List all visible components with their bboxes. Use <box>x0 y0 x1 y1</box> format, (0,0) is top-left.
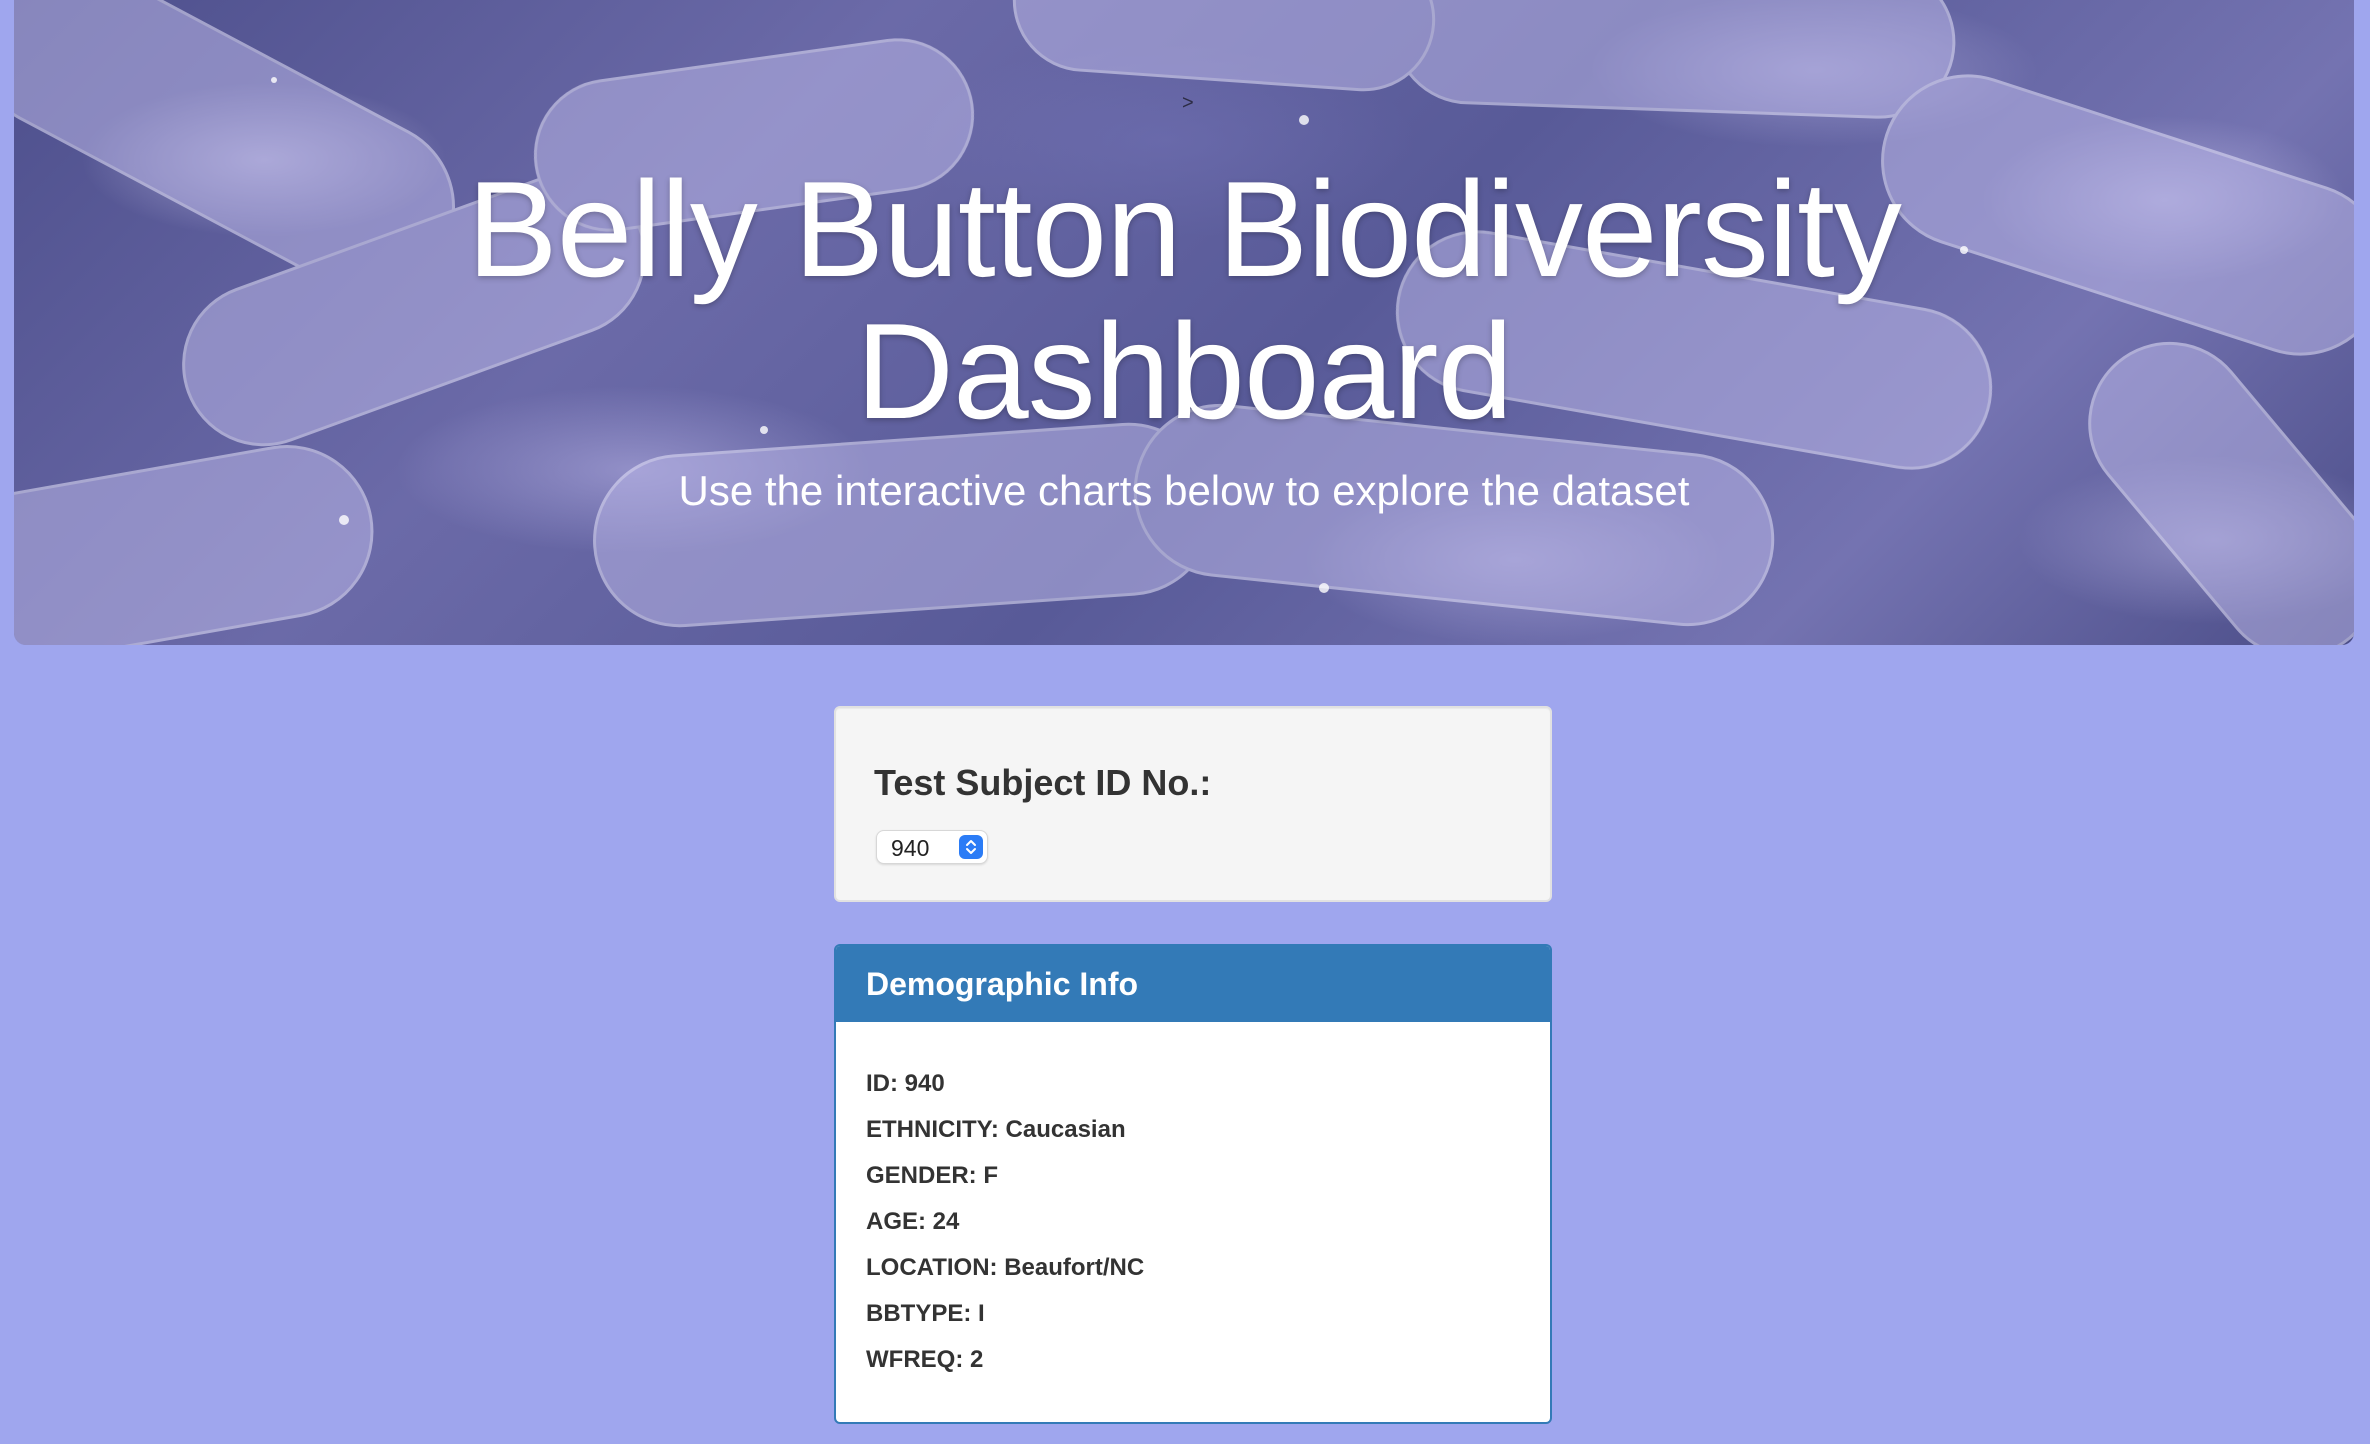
demographic-info-panel: Demographic Info ID: 940 ETHNICITY: Cauc… <box>834 944 1552 1424</box>
hero-banner: > Belly Button Biodiversity Dashboard Us… <box>14 0 2354 645</box>
demographic-location: LOCATION: Beaufort/NC <box>866 1254 1145 1281</box>
stray-caret-mark: > <box>1182 92 1194 114</box>
demographic-age: AGE: 24 <box>866 1208 960 1235</box>
page-title: Belly Button Biodiversity Dashboard <box>14 158 2354 442</box>
subject-id-selected-value: 940 <box>891 835 930 861</box>
demographic-info-header: Demographic Info <box>836 946 1550 1022</box>
page-title-line1: Belly Button Biodiversity <box>467 153 1902 305</box>
subject-selector-card: Test Subject ID No.: 940 <box>834 706 1552 902</box>
updown-chevron-icon <box>959 835 983 859</box>
demographic-info-body: ID: 940 ETHNICITY: Caucasian GENDER: F A… <box>866 1070 1144 1392</box>
subject-selector-heading: Test Subject ID No.: <box>874 762 1212 803</box>
demographic-info-title: Demographic Info <box>866 966 1139 1002</box>
demographic-gender: GENDER: F <box>866 1162 998 1189</box>
page-subtitle: Use the interactive charts below to expl… <box>678 467 1690 514</box>
demographic-wfreq: WFREQ: 2 <box>866 1346 984 1373</box>
subject-id-select[interactable]: 940 <box>876 830 988 864</box>
demographic-id: ID: 940 <box>866 1070 945 1097</box>
demographic-ethnicity: ETHNICITY: Caucasian <box>866 1116 1126 1143</box>
demographic-bbtype: BBTYPE: I <box>866 1300 985 1327</box>
page-title-line2: Dashboard <box>855 295 1513 447</box>
